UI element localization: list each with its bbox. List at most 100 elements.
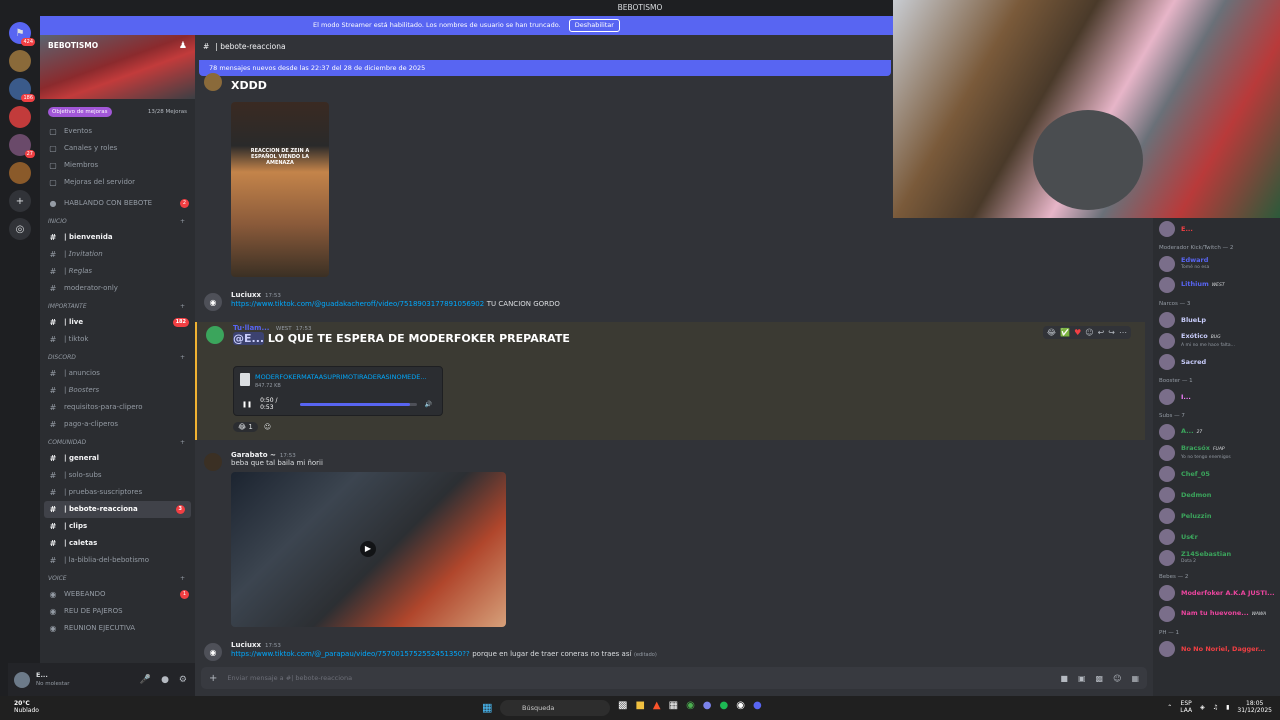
member-row[interactable]: Moderfoker A.K.A JUSTI... (1153, 582, 1280, 603)
author-name[interactable]: Luciuxx (231, 641, 261, 649)
channel-item[interactable]: # | caletas (40, 535, 195, 552)
channel-category[interactable]: INICIO + (40, 212, 195, 229)
microphone-icon[interactable]: 🎤 (140, 675, 151, 685)
member-row[interactable]: Bracsóx FUAP Yo no tengo enemigos (1153, 442, 1280, 463)
battery-icon[interactable]: ▮ (1226, 704, 1229, 711)
new-messages-bar[interactable]: 78 mensajes nuevos desde las 22:37 del 2… (199, 60, 891, 76)
message-link[interactable]: https://www.tiktok.com/@_parapau/video/7… (231, 650, 470, 658)
sidebar-item[interactable]: ▢ Canales y roles (40, 140, 195, 157)
channel-item[interactable]: ◉ REUNION EJECUTIVA (40, 620, 195, 637)
audio-progress-bar[interactable] (300, 402, 417, 406)
apps-icon[interactable]: ▦ (1131, 674, 1139, 683)
channel-category[interactable]: VOICE + (40, 569, 195, 586)
sidebar-item[interactable]: ▢ Eventos (40, 123, 195, 140)
headphones-icon[interactable]: ● (161, 675, 169, 685)
member-row[interactable]: Edward Tomé no esa (1153, 253, 1280, 274)
channel-item[interactable]: # | bebote-reacciona 3 (44, 501, 191, 518)
emoji-icon[interactable]: ☺ (1113, 674, 1121, 683)
channel-item[interactable]: # | bienvenida (40, 229, 195, 246)
avatar[interactable]: ◉ (204, 293, 222, 311)
disable-streamer-button[interactable]: Deshabilitar (568, 19, 620, 32)
server-icon-1[interactable] (9, 50, 31, 72)
tray-chevron-icon[interactable]: ⌃ (1167, 704, 1172, 711)
member-row[interactable]: I... (1153, 386, 1280, 407)
avatar[interactable] (204, 453, 222, 471)
server-icon-3[interactable] (9, 106, 31, 128)
author-name[interactable]: Luciuxx (231, 291, 261, 299)
steam-icon[interactable]: ◉ (736, 700, 745, 711)
reaction[interactable]: 😂 1 (233, 422, 258, 432)
video-attachment[interactable]: ▶ (231, 472, 506, 627)
hablando-channel[interactable]: ● HABLANDO CON BEBOTE 2 (40, 195, 195, 212)
channel-item[interactable]: # | pruebas-suscriptores (40, 484, 195, 501)
mention[interactable]: @E... (233, 332, 265, 345)
author-name[interactable]: Tu·llam... (233, 324, 269, 332)
spotify-icon[interactable]: ● (720, 700, 729, 711)
message-link[interactable]: https://www.tiktok.com/@guadakacheroff/v… (231, 300, 484, 308)
sticker-icon[interactable]: ▩ (1096, 674, 1104, 683)
folder-icon[interactable]: ■ (635, 700, 644, 711)
video-thumbnail[interactable]: REACCION DE ZEIN A ESPAÑOL VIENDO LA AME… (231, 102, 329, 277)
invite-icon[interactable]: ♟ (179, 41, 187, 51)
teams-icon[interactable]: ● (703, 700, 712, 711)
volume-icon[interactable]: 🔊 (425, 401, 432, 408)
channel-category[interactable]: COMUNIDAD + (40, 433, 195, 450)
pause-icon[interactable]: ❚❚ (242, 401, 252, 408)
channel-category[interactable]: IMPORTANTE + (40, 297, 195, 314)
channel-item[interactable]: ◉ REU DE PAJEROS (40, 603, 195, 620)
heart-icon[interactable]: ♥ (1074, 328, 1081, 337)
member-row[interactable]: Z14Sebastian Dota 2 (1153, 547, 1280, 568)
member-row[interactable]: Nam tu huevone... WAWA (1153, 603, 1280, 624)
server-icon-4[interactable]: 27 (9, 134, 35, 158)
discord-icon[interactable]: ● (753, 700, 762, 711)
avatar[interactable]: ◉ (204, 643, 222, 661)
member-row[interactable]: Sacred (1153, 351, 1280, 372)
member-row[interactable]: No No Noriel, Dagger... (1153, 638, 1280, 659)
member-row[interactable]: BlueLp (1153, 309, 1280, 330)
member-row[interactable]: Peluzzin (1153, 505, 1280, 526)
server-icon-7[interactable]: ◎ (9, 218, 31, 240)
sidebar-item[interactable]: ▢ Miembros (40, 157, 195, 174)
channel-item[interactable]: # | la-biblia-del-bebotismo (40, 552, 195, 569)
add-channel-icon[interactable]: + (180, 348, 185, 365)
channel-item[interactable]: # pago-a-cliperos (40, 416, 195, 433)
member-row[interactable]: Lithium WEST (1153, 274, 1280, 295)
chrome-icon[interactable]: ◉ (686, 700, 695, 711)
server-icon-5[interactable] (9, 162, 31, 184)
channel-item[interactable]: # | clips (40, 518, 195, 535)
add-channel-icon[interactable]: + (180, 569, 185, 586)
language-indicator[interactable]: ESP LAA (1180, 700, 1192, 714)
add-reaction-icon[interactable]: ☺ (264, 423, 271, 431)
add-channel-icon[interactable]: + (180, 212, 185, 229)
reply-icon[interactable]: ↩ (1098, 328, 1105, 337)
member-row[interactable]: E... (1153, 218, 1280, 239)
file-name[interactable]: MODERFOKERMATAASUPRIMOTIRADERASINOMEDE..… (255, 373, 435, 381)
channel-item[interactable]: # moderator-only (40, 280, 195, 297)
taskbar-search[interactable]: Búsqueda (500, 700, 610, 716)
weather-widget[interactable]: 20°C Nublado (14, 700, 39, 714)
play-icon[interactable]: ▶ (360, 541, 376, 557)
brave-icon[interactable]: ▲ (653, 700, 661, 711)
volume-icon[interactable]: ♫ (1213, 704, 1218, 711)
server-banner[interactable]: BEBOTISMO ♟ (40, 35, 195, 99)
member-row[interactable]: A... 27 (1153, 421, 1280, 442)
gear-icon[interactable]: ⚙ (179, 675, 187, 685)
channel-item[interactable]: # | anuncios (40, 365, 195, 382)
channel-item[interactable]: # | solo-subs (40, 467, 195, 484)
avatar[interactable] (14, 671, 30, 688)
avatar[interactable] (204, 73, 222, 91)
add-channel-icon[interactable]: + (180, 433, 185, 450)
boost-goal[interactable]: Objetivo de mejoras 13/28 Mejoras (40, 99, 195, 123)
more-icon[interactable]: ⋯ (1119, 328, 1127, 337)
channel-item[interactable]: # | general (40, 450, 195, 467)
gift-icon[interactable]: ■ (1060, 674, 1068, 683)
add-attachment-icon[interactable]: + (209, 673, 217, 684)
wifi-icon[interactable]: ◈ (1200, 704, 1205, 711)
forward-icon[interactable]: ↪ (1108, 328, 1115, 337)
check-icon[interactable]: ✅ (1060, 328, 1070, 337)
windows-start-icon[interactable]: ▦ (482, 701, 492, 714)
channel-item[interactable]: # | 𝘉𝘰𝘰𝘴𝘵𝘦𝘳𝘴 (40, 382, 195, 399)
channel-category[interactable]: DISCORD + (40, 348, 195, 365)
member-row[interactable]: Dedmon (1153, 484, 1280, 505)
clock[interactable]: 18:05 31/12/2025 (1237, 700, 1272, 714)
